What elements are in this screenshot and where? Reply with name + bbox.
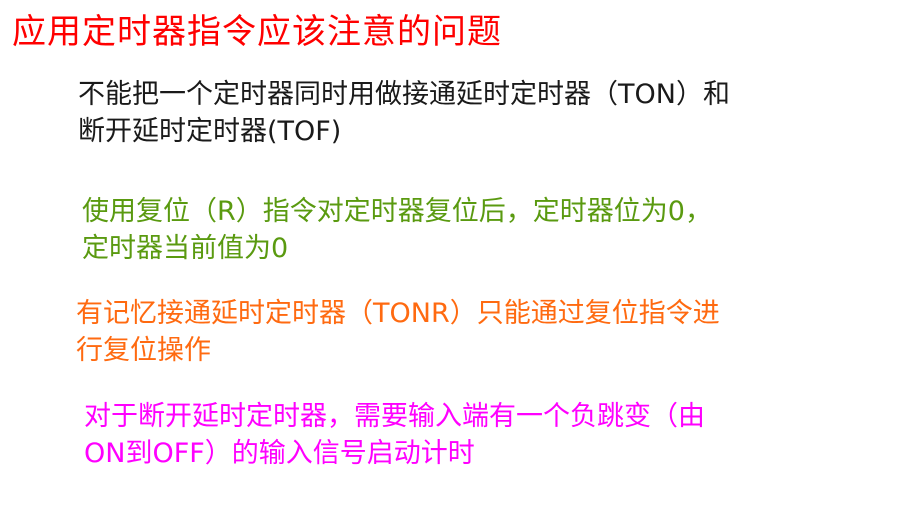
slide: 应用定时器指令应该注意的问题 不能把一个定时器同时用做接通延时定时器（TON）和… (0, 0, 920, 514)
note-line: 对于断开延时定时器，需要输入端有一个负跳变（由 (84, 401, 705, 432)
note-tof-trigger: 对于断开延时定时器，需要输入端有一个负跳变（由 ON到OFF）的输入信号启动计时 (84, 398, 705, 472)
note-tonr-reset: 有记忆接通延时定时器（TONR）只能通过复位指令进 行复位操作 (76, 295, 720, 369)
note-line: 定时器当前值为0 (82, 233, 289, 264)
note-line: 行复位操作 (76, 335, 211, 366)
note-line: 使用复位（R）指令对定时器复位后，定时器位为0， (82, 196, 712, 227)
note-line: 有记忆接通延时定时器（TONR）只能通过复位指令进 (76, 298, 720, 329)
note-reset-instruction: 使用复位（R）指令对定时器复位后，定时器位为0， 定时器当前值为0 (82, 193, 712, 267)
note-line: ON到OFF）的输入信号启动计时 (84, 438, 475, 469)
note-timer-type-conflict: 不能把一个定时器同时用做接通延时定时器（TON）和 断开延时定时器(TOF) (78, 76, 730, 150)
slide-title: 应用定时器指令应该注意的问题 (12, 12, 502, 52)
note-line: 不能把一个定时器同时用做接通延时定时器（TON）和 (78, 79, 730, 110)
note-line: 断开延时定时器(TOF) (78, 116, 342, 147)
